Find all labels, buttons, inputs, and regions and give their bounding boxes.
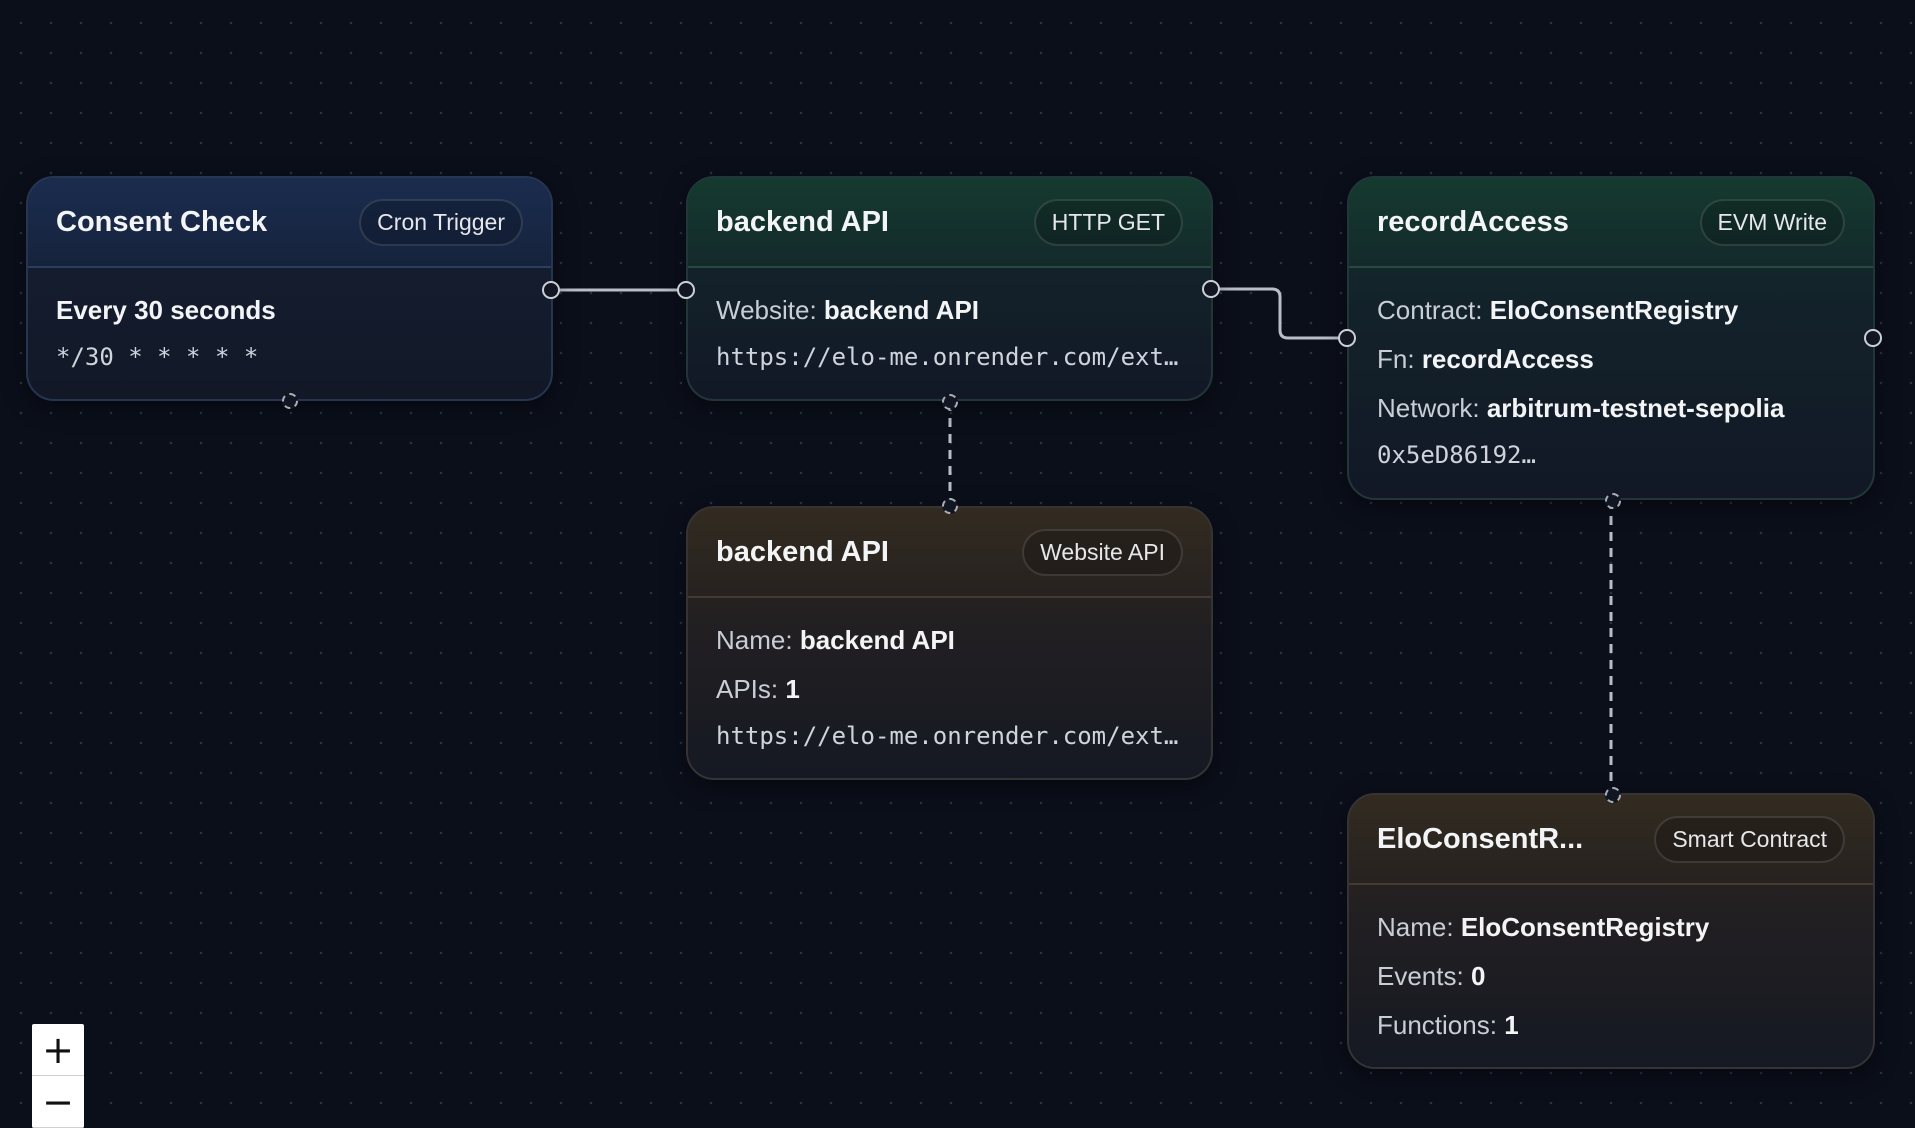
name-label: Name: [716,625,793,655]
node-body: Contract: EloConsentRegistry Fn: recordA… [1349,268,1873,477]
node-consent-check[interactable]: Consent Check Cron Trigger Every 30 seco… [26,176,560,409]
edge-backend-to-record [1212,287,1349,340]
website-value: backend API [823,295,980,325]
source-handle-bottom[interactable] [282,393,298,409]
node-type-badge: Cron Trigger [359,198,523,246]
zoom-in-button[interactable]: + [32,1024,84,1076]
name-row: Name: EloConsentRegistry [1377,903,1845,952]
contract-value: EloConsentRegistry [1489,295,1739,325]
function-label: Fn: [1377,344,1415,374]
node-type-badge: Website API [1022,528,1183,576]
contract-address: 0x5eD86192… [1377,441,1536,469]
node-header: EloConsentR... Smart Contract [1349,795,1873,885]
functions-row: Functions: 1 [1377,1001,1845,1050]
node-type-badge: Smart Contract [1654,815,1845,863]
name-row: Name: backend API [716,616,1183,665]
source-handle-right[interactable] [1202,280,1220,298]
node-backend-api-website[interactable]: backend API Website API Name: backend AP… [686,498,1213,780]
source-handle-bottom[interactable] [1605,493,1621,509]
contract-label: Contract: [1377,295,1483,325]
node-title: backend API [716,535,889,568]
name-value: EloConsentRegistry [1460,912,1710,942]
target-handle-top[interactable] [1605,787,1621,803]
node-title: EloConsentR... [1377,822,1584,855]
flow-canvas[interactable]: Consent Check Cron Trigger Every 30 seco… [0,0,1915,1128]
functions-value: 1 [1504,1010,1519,1040]
website-label: Website: [716,295,817,325]
node-type-badge: EVM Write [1699,198,1845,246]
node-elo-consent-registry[interactable]: EloConsentR... Smart Contract Name: EloC… [1347,787,1875,1069]
network-label: Network: [1377,393,1480,423]
node-header: backend API HTTP GET [688,178,1211,268]
functions-label: Functions: [1377,1010,1497,1040]
target-handle-left[interactable] [677,281,695,299]
node-body: Name: EloConsentRegistry Events: 0 Funct… [1349,885,1873,1050]
node-header: Consent Check Cron Trigger [28,178,551,268]
apis-label: APIs: [716,674,779,704]
network-value: arbitrum-testnet-sepolia [1486,393,1785,423]
schedule-text: Every 30 seconds [56,295,276,325]
function-value: recordAccess [1421,344,1594,374]
source-handle-bottom[interactable] [942,394,958,410]
network-row: Network: arbitrum-testnet-sepolia [1377,384,1845,433]
apis-row: APIs: 1 [716,665,1183,714]
node-type-badge: HTTP GET [1033,198,1183,246]
source-handle-right[interactable] [542,281,560,299]
zoom-out-button[interactable]: − [32,1076,84,1128]
zoom-controls: + − [32,1024,84,1128]
node-backend-api-http[interactable]: backend API HTTP GET Website: backend AP… [677,176,1220,410]
node-header: backend API Website API [688,508,1211,598]
function-row: Fn: recordAccess [1377,335,1845,384]
cron-expression: */30 * * * * * [56,343,259,371]
node-header: recordAccess EVM Write [1349,178,1873,268]
node-title: Consent Check [56,205,268,238]
node-body: Name: backend API APIs: 1 https://elo-me… [688,598,1211,758]
source-handle-right[interactable] [1864,329,1882,347]
target-handle-left[interactable] [1338,329,1356,347]
events-label: Events: [1377,961,1464,991]
endpoint-url: https://elo-me.onrender.com/ext… [716,343,1179,371]
contract-row: Contract: EloConsentRegistry [1377,286,1845,335]
events-row: Events: 0 [1377,952,1845,1001]
node-body: Every 30 seconds */30 * * * * * [28,268,551,379]
name-value: backend API [799,625,955,655]
node-title: backend API [716,205,889,238]
node-record-access[interactable]: recordAccess EVM Write Contract: EloCons… [1338,176,1882,509]
website-row: Website: backend API [716,286,1183,335]
endpoint-url: https://elo-me.onrender.com/ext… [716,722,1179,750]
events-value: 0 [1470,961,1486,991]
name-label: Name: [1377,912,1454,942]
apis-value: 1 [785,674,800,704]
node-title: recordAccess [1377,205,1569,238]
node-body: Website: backend API https://elo-me.onre… [688,268,1211,379]
target-handle-top[interactable] [942,498,958,514]
